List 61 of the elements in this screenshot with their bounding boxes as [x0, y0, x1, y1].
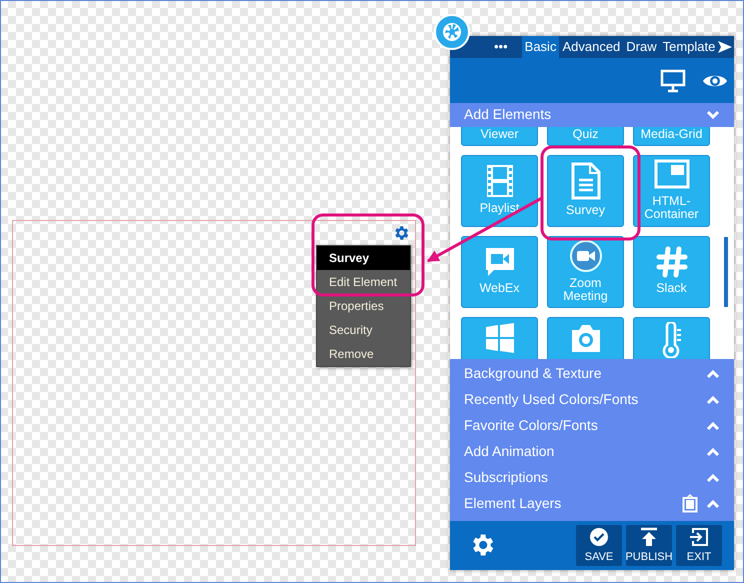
send-icon[interactable] — [718, 41, 732, 53]
panel-tab[interactable]: Template — [660, 36, 718, 58]
panel-tab[interactable]: Basic — [522, 36, 560, 58]
tile-label: Playlist — [480, 202, 520, 216]
video-chat-icon — [484, 246, 516, 278]
section-title[interactable]: Subscriptions — [464, 467, 548, 488]
exit-button[interactable]: EXIT — [676, 524, 722, 566]
menu-item[interactable]: Remove — [317, 342, 410, 366]
exit-icon — [689, 526, 709, 547]
section-title[interactable]: Recently Used Colors/Fonts — [464, 389, 638, 410]
element-tile[interactable]: Slack — [633, 236, 710, 308]
section-title[interactable]: Background & Texture — [464, 363, 602, 384]
tile-label: WebEx — [479, 282, 520, 296]
save-button[interactable]: SAVE — [576, 524, 622, 566]
document-icon — [570, 162, 602, 200]
checkmark-icon — [589, 526, 609, 547]
windows-logo-icon — [484, 322, 516, 354]
hash-icon — [656, 246, 688, 278]
element-tile[interactable]: Media-Grid — [633, 126, 710, 146]
chevron-up-icon[interactable] — [706, 368, 720, 379]
video-camera-icon — [568, 238, 602, 273]
app-logo-icon[interactable] — [434, 14, 470, 50]
element-tile[interactable]: Zoom Meeting — [547, 236, 624, 308]
section-title[interactable]: Add Animation — [464, 441, 554, 462]
tile-label: Slack — [656, 282, 687, 296]
scrollbar-thumb[interactable] — [724, 236, 728, 307]
thermometer-icon — [660, 322, 682, 358]
tile-label: Media-Grid — [640, 128, 702, 141]
chevron-up-icon[interactable] — [706, 394, 720, 405]
window-icon — [654, 158, 690, 191]
element-tile[interactable]: Quiz — [547, 126, 624, 146]
panel-tab[interactable]: Draw — [623, 36, 660, 58]
element-tile[interactable]: Viewer — [461, 126, 538, 146]
chevron-up-icon[interactable] — [706, 472, 720, 483]
tile-label: Quiz — [572, 128, 598, 141]
panel-tab[interactable]: Advanced — [559, 36, 624, 58]
chevron-down-icon[interactable] — [706, 110, 720, 120]
menu-item[interactable]: Edit Element — [317, 270, 410, 294]
element-tile[interactable]: Playlist — [461, 154, 538, 227]
tile-label: Survey — [566, 204, 605, 218]
more-tab[interactable]: ••• — [480, 36, 522, 58]
section-title[interactable]: Element Layers — [464, 493, 562, 514]
menu-title: Survey — [317, 246, 410, 270]
tile-label: HTML-Container — [643, 194, 700, 221]
menu-item[interactable]: Security — [317, 318, 410, 342]
tile-label: Zoom Meeting — [562, 276, 609, 303]
upload-icon — [640, 526, 658, 547]
element-tile[interactable]: Survey — [547, 154, 624, 227]
monitor-icon[interactable] — [660, 68, 686, 93]
element-tile[interactable]: WebEx — [461, 236, 538, 308]
chevron-up-icon[interactable] — [706, 498, 720, 509]
clipboard-icon[interactable] — [682, 494, 698, 514]
chevron-up-icon[interactable] — [706, 420, 720, 431]
tile-label: Viewer — [480, 128, 518, 141]
chevron-up-icon[interactable] — [706, 446, 720, 457]
element-tile[interactable]: HTML-Container — [633, 154, 710, 227]
publish-button[interactable]: PUBLISH — [626, 524, 672, 566]
section-title[interactable]: Favorite Colors/Fonts — [464, 415, 598, 436]
film-strip-icon — [484, 164, 514, 198]
element-frame[interactable] — [12, 220, 416, 546]
menu-item[interactable]: Properties — [317, 294, 410, 318]
